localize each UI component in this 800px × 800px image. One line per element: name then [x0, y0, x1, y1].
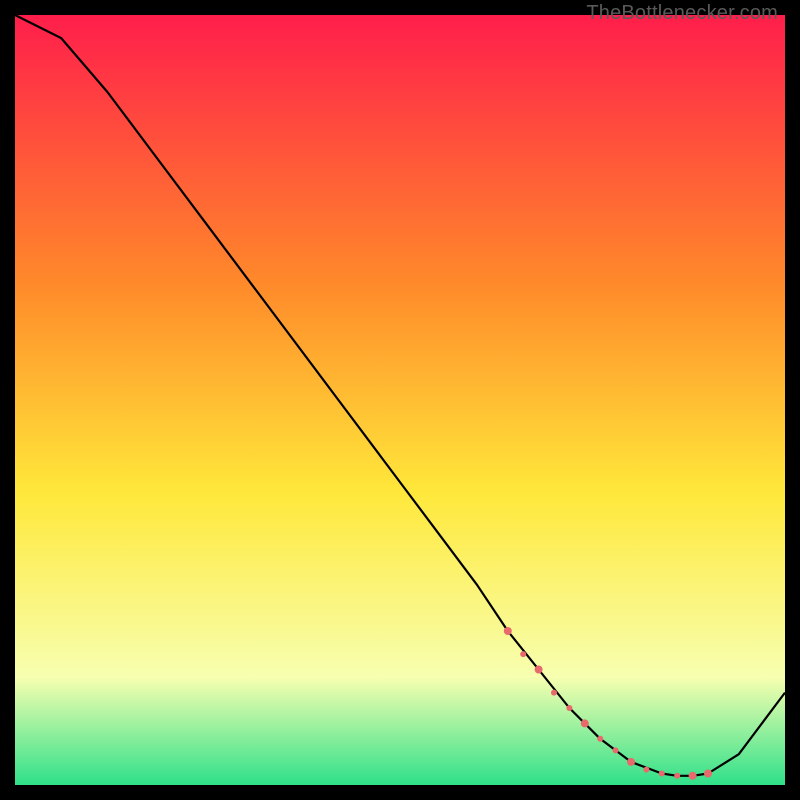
chart-dot: [520, 651, 526, 657]
chart-svg: [15, 15, 785, 785]
chart-dot: [643, 767, 649, 773]
gradient-bg: [15, 15, 785, 785]
chart-frame: TheBottlenecker.com: [0, 0, 800, 800]
chart-dot: [597, 736, 603, 742]
chart-dot: [689, 772, 697, 780]
chart-dot: [659, 771, 665, 777]
chart-dot: [613, 747, 619, 753]
chart-plot: [15, 15, 785, 785]
chart-dot: [504, 627, 512, 635]
chart-dot: [566, 705, 572, 711]
chart-dot: [627, 758, 635, 766]
chart-dot: [535, 666, 543, 674]
chart-dot: [704, 770, 712, 778]
chart-dot: [581, 719, 589, 727]
watermark-text: TheBottlenecker.com: [586, 2, 778, 25]
chart-dot: [551, 690, 557, 696]
chart-dot: [674, 773, 680, 779]
